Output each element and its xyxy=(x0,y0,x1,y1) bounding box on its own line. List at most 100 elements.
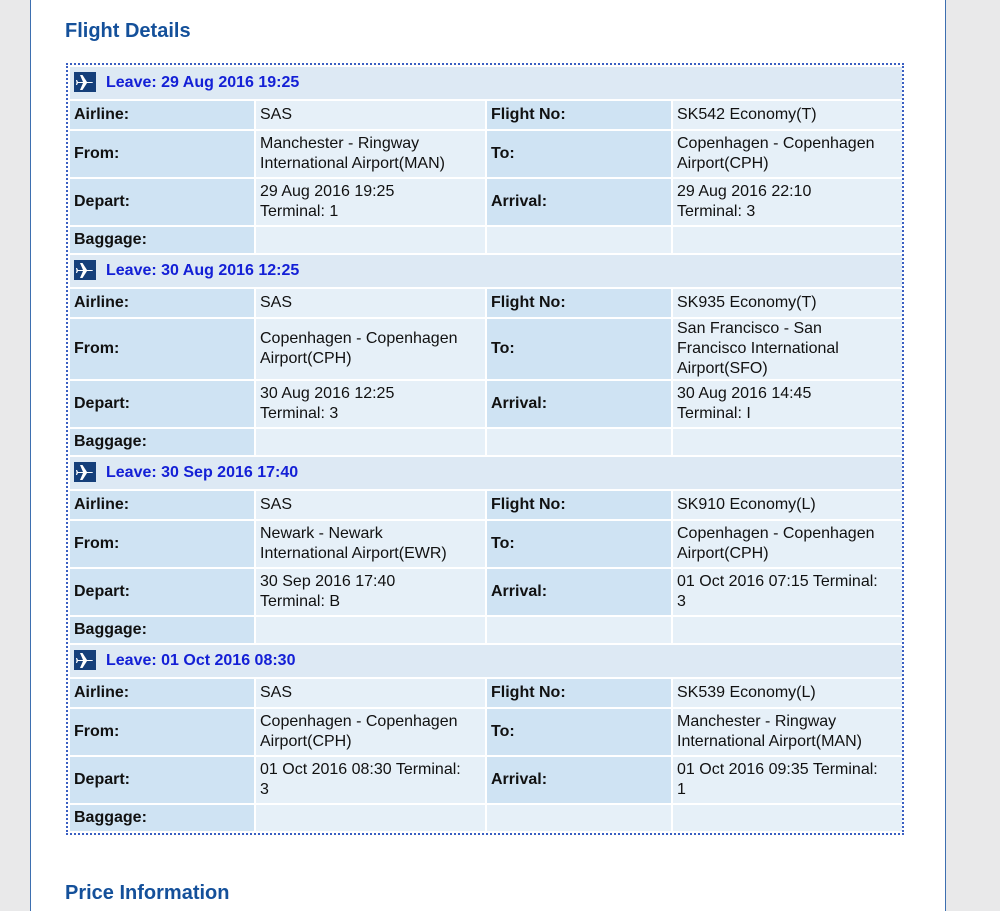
leave-time: Leave: 30 Aug 2016 12:25 xyxy=(106,261,300,279)
flight-no-label: Flight No: xyxy=(487,101,671,129)
depart-line-2: 3 xyxy=(260,781,269,798)
segment-header: Leave: 01 Oct 2016 08:30 xyxy=(70,645,903,677)
baggage-row: Baggage: xyxy=(70,805,903,831)
to-line-2: International Airport(MAN) xyxy=(677,733,862,750)
leave-time: Leave: 01 Oct 2016 08:30 xyxy=(106,651,296,669)
segment-header: Leave: 30 Aug 2016 12:25 xyxy=(70,255,903,287)
baggage-label: Baggage: xyxy=(70,429,254,455)
airplane-icon xyxy=(74,649,96,670)
from-line-1: Copenhagen - Copenhagen xyxy=(260,330,458,347)
to-line-1: Copenhagen - Copenhagen xyxy=(677,135,875,152)
flight-details-table: Leave: 29 Aug 2016 19:25 Airline: SAS Fl… xyxy=(68,65,904,833)
from-line-1: Manchester - Ringway xyxy=(260,135,420,152)
route-row: From: Copenhagen - Copenhagen Airport(CPH… xyxy=(70,709,903,755)
leave-time: Leave: 30 Sep 2016 17:40 xyxy=(106,463,299,481)
airline-label: Airline: xyxy=(70,491,254,519)
to-value: San Francisco - San Francisco Internation… xyxy=(673,319,903,379)
airline-label: Airline: xyxy=(70,289,254,317)
leave-time: Leave: 29 Aug 2016 19:25 xyxy=(106,73,300,91)
airplane-icon xyxy=(74,461,96,482)
depart-line-1: 29 Aug 2016 19:25 xyxy=(260,183,395,200)
baggage-value-2 xyxy=(673,805,903,831)
depart-value: 30 Aug 2016 12:25 Terminal: 3 xyxy=(256,381,485,427)
depart-label: Depart: xyxy=(70,179,254,225)
flight-details-heading: Flight Details xyxy=(65,20,191,42)
to-label: To: xyxy=(487,131,671,177)
to-line-1: Manchester - Ringway xyxy=(677,713,837,730)
airline-value: SAS xyxy=(256,289,485,317)
to-value: Copenhagen - Copenhagen Airport(CPH) xyxy=(673,131,903,177)
baggage-value-2 xyxy=(673,227,903,253)
airline-value: SAS xyxy=(256,101,485,129)
arrival-line-2: 1 xyxy=(677,781,686,798)
from-label: From: xyxy=(70,319,254,379)
segment-header-row: Leave: 29 Aug 2016 19:25 xyxy=(70,67,903,99)
from-line-2: Airport(CPH) xyxy=(260,733,352,750)
flight-no-label: Flight No: xyxy=(487,679,671,707)
arrival-label: Arrival: xyxy=(487,569,671,615)
route-row: From: Manchester - Ringway International … xyxy=(70,131,903,177)
depart-label: Depart: xyxy=(70,569,254,615)
from-value: Copenhagen - Copenhagen Airport(CPH) xyxy=(256,709,485,755)
page-content: Flight Details Leave: 29 Aug 2016 19:25 … xyxy=(30,0,946,911)
arrival-line-1: 29 Aug 2016 22:10 xyxy=(677,183,812,200)
depart-line-2: Terminal: 3 xyxy=(260,405,339,422)
from-line-1: Newark - Newark xyxy=(260,525,383,542)
baggage-label: Baggage: xyxy=(70,805,254,831)
time-row: Depart: 30 Aug 2016 12:25 Terminal: 3 Arr… xyxy=(70,381,903,427)
to-line-1: San Francisco - San xyxy=(677,320,822,337)
from-value: Newark - Newark International Airport(EWR… xyxy=(256,521,485,567)
arrival-line-2: 3 xyxy=(677,593,686,610)
depart-value: 29 Aug 2016 19:25 Terminal: 1 xyxy=(256,179,485,225)
from-label: From: xyxy=(70,521,254,567)
arrival-line-2: Terminal: I xyxy=(677,405,751,422)
route-row: From: Newark - Newark International Airpo… xyxy=(70,521,903,567)
baggage-spacer xyxy=(487,805,671,831)
airline-value: SAS xyxy=(256,679,485,707)
from-value: Copenhagen - Copenhagen Airport(CPH) xyxy=(256,319,485,379)
baggage-row: Baggage: xyxy=(70,227,903,253)
baggage-value xyxy=(256,227,485,253)
airline-row: Airline: SAS Flight No: SK542 Economy(T) xyxy=(70,101,903,129)
to-line-2: Airport(CPH) xyxy=(677,155,769,172)
depart-label: Depart: xyxy=(70,757,254,803)
arrival-value: 01 Oct 2016 09:35 Terminal: 1 xyxy=(673,757,903,803)
baggage-spacer xyxy=(487,227,671,253)
baggage-row: Baggage: xyxy=(70,617,903,643)
from-label: From: xyxy=(70,131,254,177)
arrival-line-2: Terminal: 3 xyxy=(677,203,756,220)
depart-line-1: 30 Sep 2016 17:40 xyxy=(260,573,396,590)
arrival-value: 01 Oct 2016 07:15 Terminal: 3 xyxy=(673,569,903,615)
to-label: To: xyxy=(487,709,671,755)
route-row: From: Copenhagen - Copenhagen Airport(CPH… xyxy=(70,319,903,379)
arrival-value: 29 Aug 2016 22:10 Terminal: 3 xyxy=(673,179,903,225)
arrival-line-1: 01 Oct 2016 09:35 Terminal: xyxy=(677,761,878,778)
arrival-line-1: 30 Aug 2016 14:45 xyxy=(677,385,812,402)
flight-details-table-frame: Leave: 29 Aug 2016 19:25 Airline: SAS Fl… xyxy=(66,63,904,835)
airline-row: Airline: SAS Flight No: SK935 Economy(T) xyxy=(70,289,903,317)
baggage-value xyxy=(256,805,485,831)
arrival-line-1: 01 Oct 2016 07:15 Terminal: xyxy=(677,573,878,590)
segment-header-row: Leave: 30 Sep 2016 17:40 xyxy=(70,457,903,489)
airline-row: Airline: SAS Flight No: SK910 Economy(L) xyxy=(70,491,903,519)
from-line-2: International Airport(MAN) xyxy=(260,155,445,172)
flight-no-value: SK935 Economy(T) xyxy=(673,289,903,317)
to-line-2: Airport(CPH) xyxy=(677,545,769,562)
airline-label: Airline: xyxy=(70,679,254,707)
segment-header: Leave: 29 Aug 2016 19:25 xyxy=(70,67,903,99)
depart-line-2: Terminal: 1 xyxy=(260,203,339,220)
to-line-3: Airport(SFO) xyxy=(677,360,768,377)
from-line-1: Copenhagen - Copenhagen xyxy=(260,713,458,730)
baggage-label: Baggage: xyxy=(70,227,254,253)
baggage-value xyxy=(256,429,485,455)
depart-value: 30 Sep 2016 17:40 Terminal: B xyxy=(256,569,485,615)
baggage-label: Baggage: xyxy=(70,617,254,643)
time-row: Depart: 29 Aug 2016 19:25 Terminal: 1 Arr… xyxy=(70,179,903,225)
airline-label: Airline: xyxy=(70,101,254,129)
baggage-value-2 xyxy=(673,617,903,643)
airline-value: SAS xyxy=(256,491,485,519)
arrival-label: Arrival: xyxy=(487,381,671,427)
to-value: Manchester - Ringway International Airpor… xyxy=(673,709,903,755)
to-line-2: Francisco International xyxy=(677,340,839,357)
depart-line-2: Terminal: B xyxy=(260,593,341,610)
